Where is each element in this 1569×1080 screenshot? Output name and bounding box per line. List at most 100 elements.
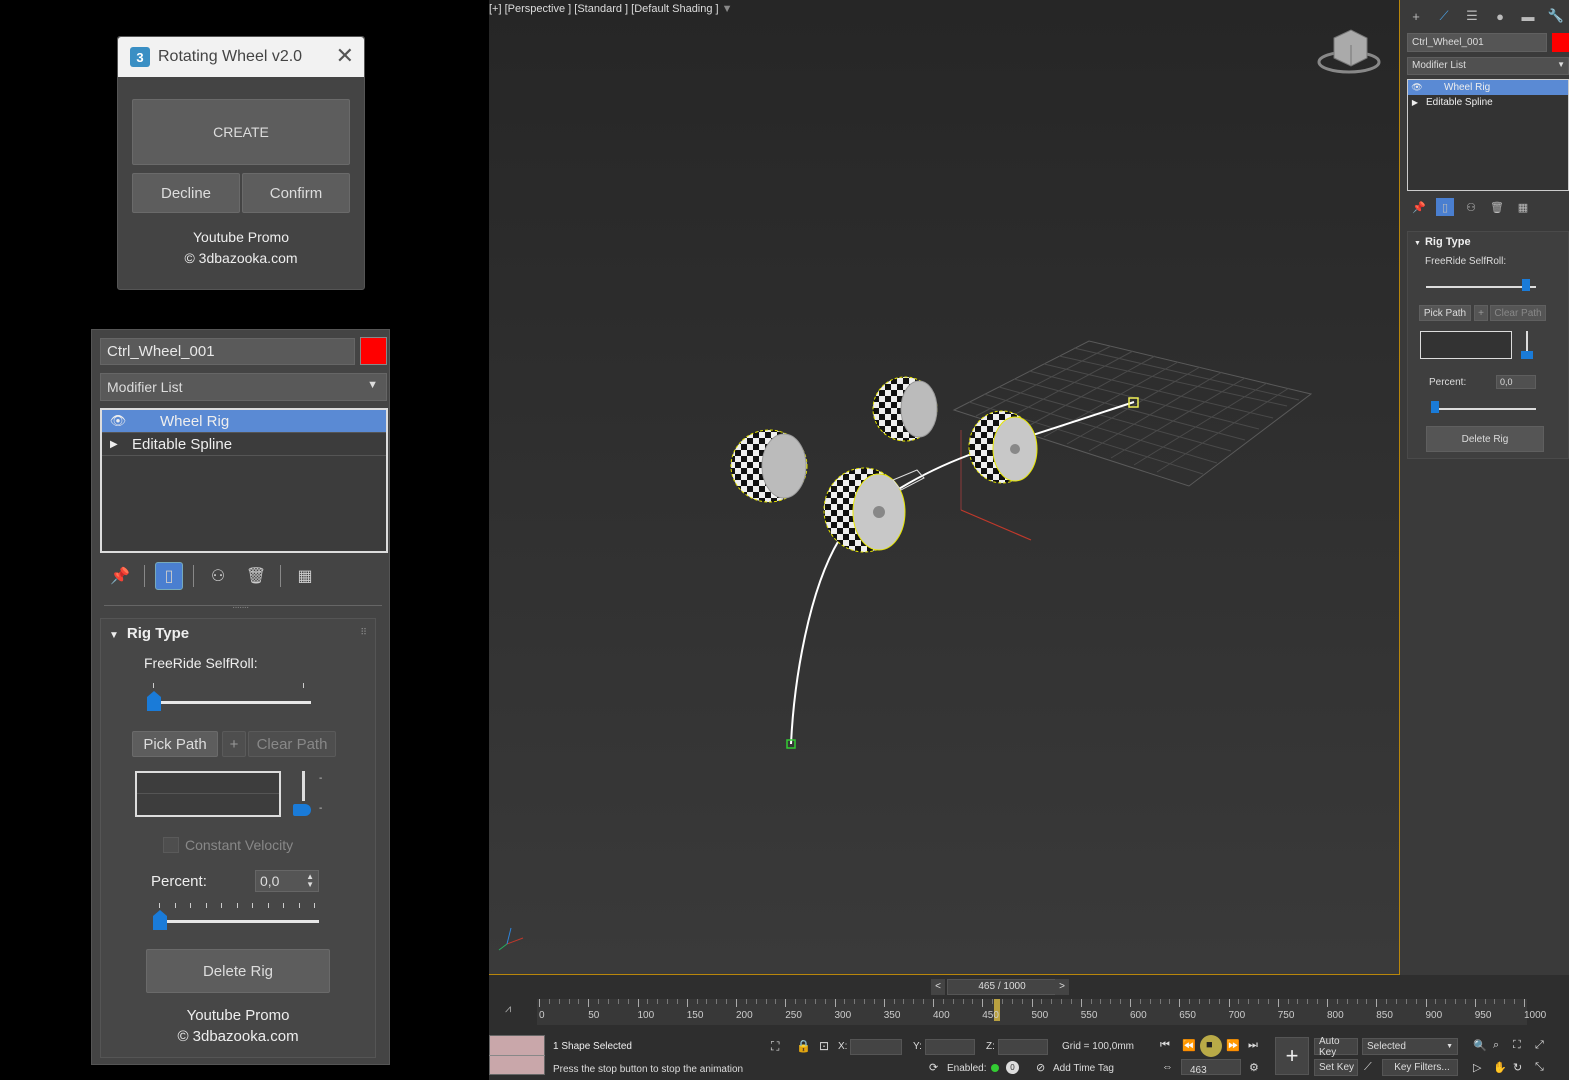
set-key-button[interactable]: Set Key — [1314, 1059, 1358, 1076]
hierarchy-tab-icon[interactable]: ☰ — [1462, 6, 1482, 26]
perspective-viewport[interactable]: [+] [Perspective ] [Standard ] [Default … — [489, 0, 1400, 975]
create-button[interactable]: CREATE — [132, 99, 350, 165]
delete-rig-button[interactable]: Delete Rig — [146, 949, 330, 993]
percent-spinner[interactable]: 0,0 ▲ ▼ — [255, 870, 319, 892]
object-color-swatch[interactable] — [360, 337, 387, 365]
zoom-all-icon[interactable]: ⌕ — [1493, 1039, 1499, 1052]
decline-button[interactable]: Decline — [132, 173, 240, 213]
resize-grip-icon[interactable]: ······· — [232, 602, 249, 613]
x-coordinate-field[interactable] — [850, 1039, 902, 1055]
zoom-icon[interactable]: 🔍 — [1473, 1039, 1487, 1052]
confirm-button[interactable]: Confirm — [242, 173, 350, 213]
viewport-label[interactable]: [+] [Perspective ] [Standard ] [Default … — [489, 3, 733, 15]
isolate-icon[interactable]: ⛶ — [771, 1039, 779, 1054]
orbit-icon[interactable]: ↻ — [1513, 1061, 1522, 1074]
eye-icon[interactable]: 👁 — [1408, 82, 1426, 93]
configure-sets-icon[interactable]: ▦ — [291, 562, 319, 590]
object-color-swatch[interactable] — [1552, 33, 1569, 52]
make-unique-icon[interactable]: ⚇ — [204, 562, 232, 590]
rollout-grip-icon[interactable]: ⠿ — [360, 627, 367, 638]
stack-item-editable-spline[interactable]: ▶ Editable Spline — [102, 433, 386, 456]
next-frame-icon[interactable]: ⏩ — [1226, 1039, 1240, 1052]
selection-set-dropdown[interactable]: Selected ▼ — [1362, 1038, 1458, 1055]
vertical-slider-track[interactable] — [302, 771, 305, 801]
prev-frame-button[interactable]: < — [931, 979, 945, 995]
stack-item-wheel-rig[interactable]: 👁 Wheel Rig — [102, 410, 386, 433]
percent-slider-track[interactable] — [1432, 408, 1536, 410]
key-filters-button[interactable]: Key Filters... — [1382, 1059, 1458, 1076]
clear-path-button[interactable]: Clear Path — [1490, 305, 1546, 321]
make-unique-icon[interactable]: ⚇ — [1462, 198, 1480, 216]
percent-slider-thumb[interactable] — [153, 910, 167, 930]
curve-editor-icon[interactable]: ⩘ — [505, 1003, 511, 1016]
go-to-end-icon[interactable]: ⏭ — [1248, 1039, 1258, 1052]
time-tag-icon[interactable]: ⊘ — [1036, 1061, 1045, 1074]
pin-icon[interactable]: 📌 — [106, 562, 134, 590]
adaptive-degradation-icon[interactable]: ⟳ — [929, 1061, 938, 1074]
delete-rig-button[interactable]: Delete Rig — [1426, 426, 1544, 452]
collapse-triangle-icon[interactable]: ▼ — [109, 630, 119, 641]
expand-triangle-icon[interactable]: ▶ — [1408, 98, 1422, 107]
key-mode-icon[interactable]: ⇔ — [1162, 1061, 1173, 1073]
percent-spinner[interactable]: 0,0 — [1496, 375, 1536, 389]
close-icon[interactable]: ✕ — [336, 45, 354, 67]
display-tab-icon[interactable]: ▬ — [1518, 6, 1538, 26]
next-frame-button[interactable]: > — [1055, 979, 1069, 995]
add-time-tag[interactable]: Add Time Tag — [1053, 1063, 1114, 1074]
create-tab-icon[interactable]: + — [1406, 6, 1426, 26]
freeride-slider-track[interactable] — [1426, 286, 1536, 288]
modifier-list-dropdown[interactable]: Modifier List ▼ — [1407, 57, 1569, 75]
freeride-slider-thumb[interactable] — [147, 691, 161, 711]
absolute-mode-icon[interactable]: ⊡ — [819, 1039, 829, 1053]
add-path-button[interactable]: + — [1474, 305, 1488, 321]
stack-item-editable-spline[interactable]: ▶ Editable Spline — [1408, 95, 1568, 110]
time-slider[interactable]: 465 / 1000 — [947, 979, 1057, 995]
delete-modifier-icon[interactable]: 🗑 — [1488, 198, 1506, 216]
percent-slider-thumb[interactable] — [1431, 401, 1439, 413]
spinner-arrows-icon[interactable]: ▲ ▼ — [306, 873, 314, 889]
delete-modifier-icon[interactable]: 🗑 — [242, 562, 270, 590]
eye-icon[interactable]: 👁 — [108, 413, 128, 429]
rollout-header[interactable]: ▼ Rig Type — [1414, 236, 1471, 248]
freeride-slider-track[interactable] — [153, 701, 311, 704]
stack-item-wheel-rig[interactable]: 👁 Wheel Rig — [1408, 80, 1568, 95]
vertical-slider-thumb[interactable] — [293, 804, 311, 816]
percent-slider-track[interactable] — [159, 920, 319, 923]
previous-frame-icon[interactable]: ⏪ — [1182, 1039, 1196, 1052]
object-name-field[interactable]: Ctrl_Wheel_001 — [1407, 33, 1547, 52]
constant-velocity-checkbox[interactable] — [163, 837, 179, 853]
dialog-titlebar[interactable]: 3 Rotating Wheel v2.0 ✕ — [118, 37, 364, 77]
maximize-viewport-icon[interactable]: ⤡ — [1535, 1061, 1544, 1074]
filter-icon[interactable]: ▼ — [722, 3, 733, 15]
configure-sets-icon[interactable]: ▦ — [1514, 198, 1532, 216]
pan-icon[interactable]: ✋ — [1493, 1061, 1507, 1074]
vertical-slider-track[interactable] — [1526, 331, 1528, 353]
path-list-box[interactable] — [135, 771, 281, 817]
object-name-field[interactable]: Ctrl_Wheel_001 — [100, 338, 355, 365]
rollout-header[interactable]: ▼ Rig Type — [109, 625, 189, 642]
clear-path-button[interactable]: Clear Path — [248, 731, 336, 757]
lock-icon[interactable]: 🔒 — [796, 1039, 811, 1053]
y-coordinate-field[interactable] — [925, 1039, 975, 1055]
collapse-triangle-icon[interactable]: ▼ — [1414, 240, 1421, 247]
modifier-list-dropdown[interactable]: Modifier List ▼ — [100, 373, 387, 401]
freeride-slider-thumb[interactable] — [1522, 279, 1530, 291]
auto-key-button[interactable]: Auto Key — [1314, 1036, 1358, 1058]
show-end-result-icon[interactable]: ▯ — [1436, 198, 1454, 216]
vertical-slider-thumb[interactable] — [1521, 351, 1533, 359]
current-frame-field[interactable]: 463 — [1181, 1059, 1241, 1076]
show-end-result-icon[interactable]: ▯ — [155, 562, 183, 590]
add-path-button[interactable]: + — [222, 731, 246, 757]
pin-icon[interactable]: 📌 — [1410, 198, 1428, 216]
time-tag-toggle[interactable]: 0 — [1006, 1061, 1019, 1074]
zoom-extents-icon[interactable]: ⛶ — [1513, 1039, 1521, 1052]
z-coordinate-field[interactable] — [998, 1039, 1048, 1055]
set-key-big-button[interactable]: + — [1275, 1037, 1309, 1075]
expand-triangle-icon[interactable]: ▶ — [110, 439, 124, 450]
time-config-icon[interactable]: ⚙ — [1249, 1061, 1259, 1074]
motion-tab-icon[interactable]: ● — [1490, 6, 1510, 26]
go-to-start-icon[interactable]: ⏮ — [1160, 1039, 1170, 1052]
key-tangent-icon[interactable]: ⟋ — [1364, 1061, 1372, 1074]
zoom-extents-all-icon[interactable]: ⤢ — [1535, 1039, 1544, 1052]
pick-path-button[interactable]: Pick Path — [132, 731, 218, 757]
